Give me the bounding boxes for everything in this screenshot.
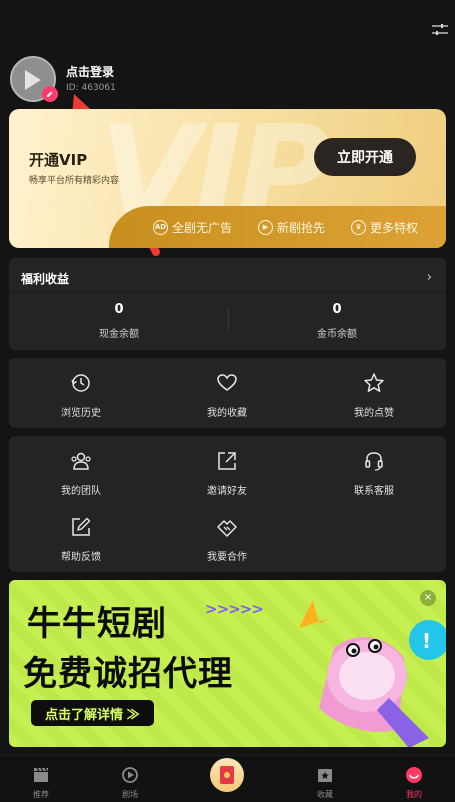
menu-cooperate[interactable]: 我要合作 [177,516,277,563]
menu-history[interactable]: 浏览历史 [31,372,131,419]
menu-invite[interactable]: 邀请好友 [177,450,277,497]
tab-label: 收藏 [317,790,333,799]
promo-banner[interactable]: 牛牛短剧 免费诚招代理 >>>>> 点击了解详情 ≫ × ! [9,580,446,747]
profile-header[interactable]: 点击登录 ID: 463061 [10,56,310,104]
edit-icon[interactable] [42,86,58,102]
vip-title: 开通VIP [29,151,88,169]
crown-icon: ♛ [350,219,366,235]
feedback-icon [72,517,91,536]
vip-perks: AD 全剧无广告 ▶ 新剧抢先 ♛ 更多特权 [109,206,446,248]
menu-label: 我的点赞 [354,408,394,419]
smile-icon [406,767,422,783]
banner-arrows: >>>>> [205,600,264,618]
heart-icon [217,374,237,391]
login-link[interactable]: 点击登录 [66,63,114,80]
bookmark-icon [318,769,332,782]
menu-team[interactable]: 我的团队 [31,450,131,497]
tab-red-packet[interactable] [210,758,244,792]
perk-label: 新剧抢先 [276,220,325,235]
activity-card: 浏览历史 我的收藏 我的点赞 [9,358,446,428]
menu-label: 联系客服 [354,486,394,497]
star-icon [364,373,384,392]
menu-label: 帮助反馈 [61,552,101,563]
coin-label: 金币余额 [317,329,357,340]
coin-value: 0 [332,302,342,317]
share-icon [218,452,236,470]
settings-sliders-icon[interactable] [431,22,449,38]
coin-balance[interactable]: 0 金币余额 [267,302,407,340]
banner-details-button[interactable]: 点击了解详情 ≫ [31,700,154,726]
red-packet-icon [220,766,234,784]
ad-free-icon: AD [152,219,168,235]
avatar[interactable] [10,56,58,102]
menu-label: 邀请好友 [207,486,247,497]
menu-feedback[interactable]: 帮助反馈 [31,516,131,563]
handshake-icon [217,520,237,537]
welfare-title: 福利收益 [21,272,70,286]
menu-label: 我的团队 [61,486,101,497]
menu-label: 我要合作 [207,552,247,563]
user-id: ID: 463061 [66,83,116,93]
vip-card[interactable]: VIP 开通VIP 畅享平台所有精彩内容 立即开通 AD 全剧无广告 ▶ 新剧抢… [9,109,446,248]
cash-label: 现金余额 [99,329,139,340]
play-icon [25,70,41,90]
headset-icon [365,452,383,471]
divider [228,308,229,330]
cash-balance[interactable]: 0 现金余额 [49,302,189,340]
svg-text:!: ! [422,629,431,653]
play-circle-icon [122,767,138,783]
menu-likes[interactable]: 我的点赞 [324,372,424,419]
menu-favorites[interactable]: 我的收藏 [177,372,277,419]
menu-support[interactable]: 联系客服 [324,450,424,497]
vip-subtitle: 畅享平台所有精彩内容 [29,176,120,186]
tab-favorites[interactable]: 收藏 [290,756,360,802]
banner-headline: 牛牛短剧 [27,604,167,644]
tab-label: 推荐 [33,790,49,799]
divider [9,292,446,293]
perk-early: ▶ 新剧抢先 [257,219,325,236]
perk-label: 全剧无广告 [171,220,232,235]
perk-more: ♛ 更多特权 [350,219,418,236]
chevron-right-icon[interactable]: › [427,270,432,285]
banner-subheadline: 免费诚招代理 [23,654,233,694]
tab-mine[interactable]: 我的 [379,756,449,802]
welfare-card[interactable]: 福利收益 › 0 现金余额 0 金币余额 [9,258,446,350]
megaphone-icon: ! [299,600,446,747]
vip-open-button[interactable]: 立即开通 [314,138,416,176]
history-icon [71,374,90,392]
menu-label: 浏览历史 [61,408,101,419]
clapperboard-icon [34,767,48,782]
tab-recommend[interactable]: 推荐 [6,756,76,802]
tab-theater[interactable]: 剧场 [95,756,165,802]
bottom-tab-bar: 推荐 剧场 收藏 我的 [0,755,455,802]
team-icon [71,452,91,470]
tools-card: 我的团队 邀请好友 联系客服 帮助反馈 我要合作 [9,436,446,572]
menu-label: 我的收藏 [207,408,247,419]
tab-label: 剧场 [122,790,138,799]
play-early-icon: ▶ [257,219,273,235]
cash-value: 0 [114,302,124,317]
tab-label: 我的 [406,790,422,799]
perk-ad-free: AD 全剧无广告 [152,219,232,236]
perk-label: 更多特权 [369,220,418,235]
